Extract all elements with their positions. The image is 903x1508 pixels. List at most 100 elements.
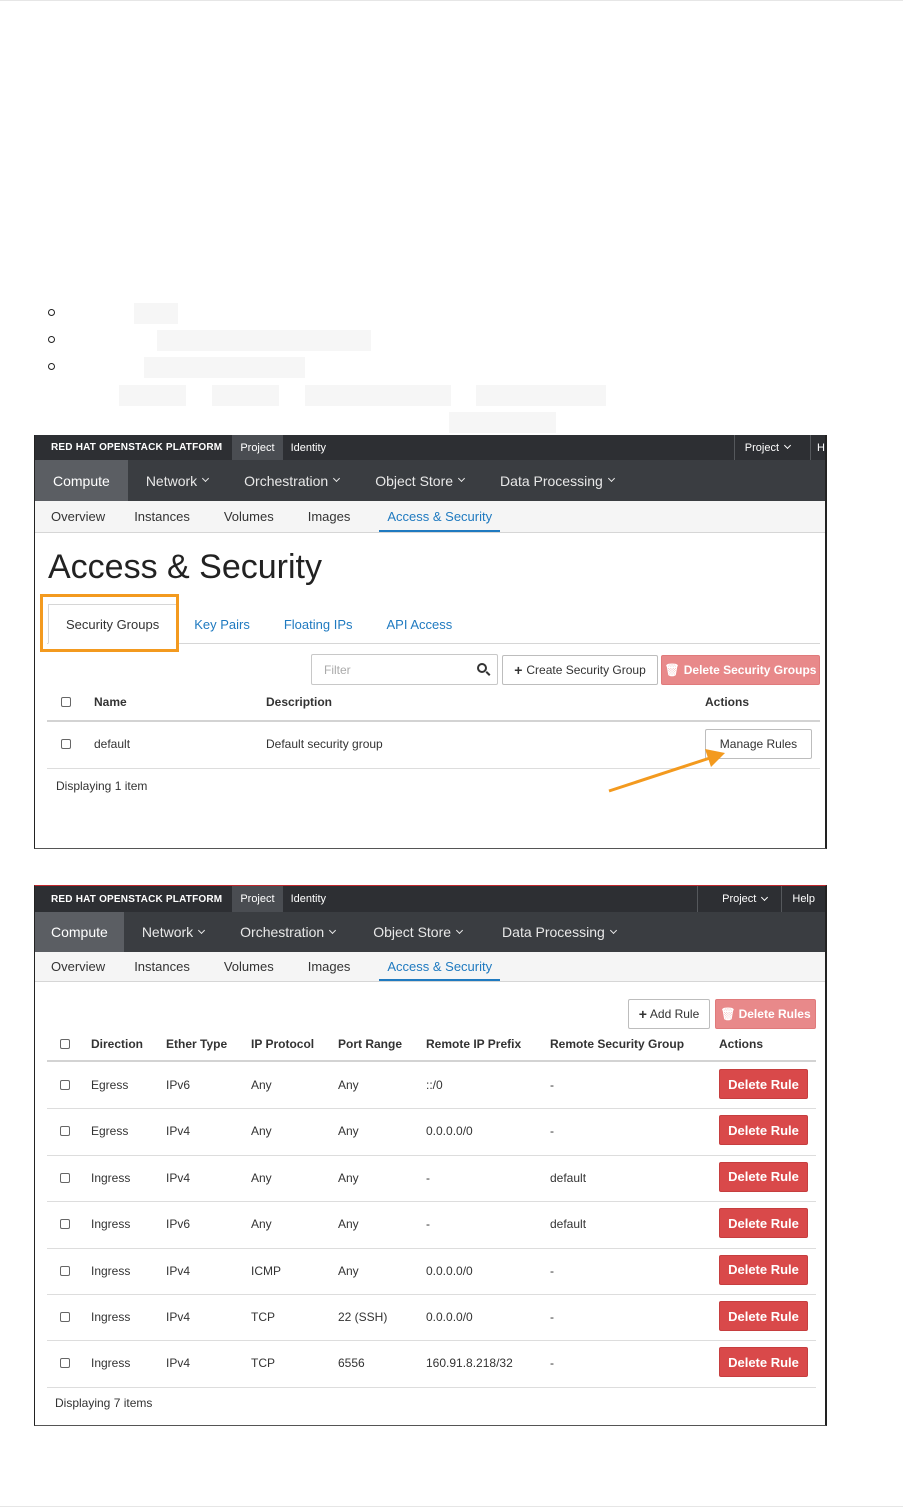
- delete-rule-button[interactable]: Delete Rule: [719, 1161, 808, 1192]
- subnav-access-security[interactable]: Access & Security: [367, 952, 512, 981]
- chevron-down-icon: [202, 474, 210, 483]
- nav-object-store-label: Object Store: [373, 924, 452, 940]
- tab-identity[interactable]: Identity: [283, 886, 334, 912]
- cell-ip-protocol: Any: [251, 1124, 272, 1139]
- cell-remote-ip-prefix: -: [426, 1170, 430, 1185]
- row-checkbox[interactable]: [61, 739, 71, 749]
- row-checkbox[interactable]: [60, 1172, 70, 1183]
- top-divider: [0, 0, 903, 1]
- nav-network[interactable]: Network: [128, 460, 226, 501]
- subnav-access-security[interactable]: Access & Security: [367, 501, 512, 532]
- nav-network-label: Network: [145, 472, 198, 489]
- faint-text-block: [144, 357, 305, 378]
- tab-floating-ips[interactable]: Floating IPs: [267, 604, 370, 644]
- nav-data-processing[interactable]: Data Processing: [482, 460, 632, 501]
- subnav-volumes[interactable]: Volumes: [207, 501, 291, 532]
- cell-ip-protocol: ICMP: [251, 1263, 281, 1278]
- delete-security-groups-button[interactable]: 🗑 Delete Security Groups: [661, 655, 820, 685]
- delete-rule-button[interactable]: Delete Rule: [719, 1069, 808, 1099]
- table-row-divider: [47, 1201, 816, 1203]
- column-ether-type: Ether Type: [166, 1037, 228, 1051]
- cell-remote-ip-prefix: 0.0.0.0/0: [426, 1310, 473, 1324]
- nav-network[interactable]: Network: [124, 912, 222, 952]
- faint-text-block: [157, 330, 371, 351]
- cell-ether-type: IPv4: [166, 1170, 191, 1185]
- trash-icon: 🗑: [720, 1007, 736, 1021]
- top-bar-right: Project Help: [697, 886, 825, 912]
- cell-remote-security-group: -: [550, 1356, 554, 1371]
- manage-rules-screenshot: RED HAT OPENSTACK PLATFORM Project Ident…: [34, 885, 827, 1426]
- project-dropdown[interactable]: Project: [697, 886, 781, 912]
- row-checkbox[interactable]: [60, 1265, 70, 1276]
- cell-ip-protocol: Any: [251, 1170, 272, 1185]
- select-all-checkbox[interactable]: [61, 697, 71, 707]
- create-security-group-button[interactable]: + Create Security Group: [502, 655, 658, 685]
- tab-project[interactable]: Project: [232, 435, 283, 460]
- subnav-overview[interactable]: Overview: [39, 952, 117, 981]
- column-remote-ip-prefix: Remote IP Prefix: [426, 1037, 522, 1051]
- nav-compute[interactable]: Compute: [35, 912, 124, 952]
- filter-input[interactable]: Filter: [311, 654, 498, 685]
- cell-direction: Egress: [91, 1078, 129, 1092]
- delete-rule-button[interactable]: Delete Rule: [719, 1347, 808, 1378]
- delete-rules-button[interactable]: 🗑 Delete Rules: [715, 999, 816, 1029]
- plus-icon: +: [638, 1006, 647, 1022]
- column-port-range: Port Range: [338, 1037, 403, 1051]
- cell-remote-security-group: -: [550, 1078, 554, 1092]
- cell-ether-type: IPv6: [166, 1217, 191, 1232]
- cell-ether-type: IPv4: [166, 1124, 191, 1139]
- row-checkbox[interactable]: [60, 1126, 70, 1137]
- cell-remote-ip-prefix: 0.0.0.0/0: [426, 1124, 473, 1139]
- nav-orchestration[interactable]: Orchestration: [222, 912, 353, 952]
- row-checkbox[interactable]: [60, 1219, 70, 1230]
- tab-project[interactable]: Project: [232, 886, 283, 912]
- filter-placeholder: Filter: [324, 662, 351, 677]
- nav-network-label: Network: [141, 924, 194, 940]
- nav-orchestration[interactable]: Orchestration: [226, 460, 357, 501]
- delete-rule-button[interactable]: Delete Rule: [719, 1254, 808, 1285]
- chevron-down-icon: [609, 926, 617, 934]
- cell-remote-security-group: -: [550, 1310, 554, 1324]
- table-header-divider: [47, 720, 820, 722]
- nav-data-processing-label: Data Processing: [500, 472, 603, 489]
- row-checkbox[interactable]: [60, 1358, 70, 1369]
- row-checkbox[interactable]: [60, 1312, 70, 1322]
- subnav-images[interactable]: Images: [291, 952, 368, 981]
- cell-ip-protocol: Any: [251, 1217, 272, 1232]
- tab-identity[interactable]: Identity: [283, 435, 334, 460]
- cell-direction: Ingress: [91, 1170, 131, 1185]
- brand-logo: RED HAT OPENSTACK PLATFORM: [51, 442, 223, 453]
- cell-port-range: Any: [338, 1217, 359, 1232]
- tab-api-access[interactable]: API Access: [370, 604, 470, 644]
- help-link[interactable]: Help: [781, 886, 825, 912]
- subnav-volumes[interactable]: Volumes: [207, 952, 291, 981]
- bullet-marker: [48, 309, 55, 316]
- delete-rules-label: Delete Rules: [738, 1007, 811, 1021]
- row-checkbox[interactable]: [60, 1080, 70, 1090]
- help-link[interactable]: H: [810, 435, 825, 460]
- faint-text-block: [476, 385, 606, 406]
- delete-rule-button[interactable]: Delete Rule: [719, 1208, 808, 1239]
- top-bar-right: Project H: [733, 435, 825, 460]
- project-dropdown[interactable]: Project: [733, 435, 810, 460]
- nav-compute[interactable]: Compute: [35, 460, 128, 501]
- create-security-group-label: Create Security Group: [526, 663, 646, 677]
- cell-direction: Ingress: [91, 1217, 131, 1232]
- nav-object-store[interactable]: Object Store: [357, 460, 482, 501]
- column-name: Name: [94, 695, 127, 709]
- nav-data-processing[interactable]: Data Processing: [482, 912, 636, 952]
- add-rule-button[interactable]: + Add Rule: [628, 999, 710, 1029]
- delete-rule-button[interactable]: Delete Rule: [719, 1301, 808, 1331]
- nav-object-store[interactable]: Object Store: [353, 912, 482, 952]
- tab-key-pairs[interactable]: Key Pairs: [177, 604, 267, 644]
- subnav-overview[interactable]: Overview: [39, 501, 117, 532]
- subnav-images[interactable]: Images: [291, 501, 368, 532]
- top-bar: RED HAT OPENSTACK PLATFORM Project Ident…: [35, 886, 825, 912]
- delete-rule-button[interactable]: Delete Rule: [719, 1115, 808, 1146]
- cell-direction: Egress: [91, 1124, 129, 1139]
- subnav-instances[interactable]: Instances: [117, 501, 207, 532]
- subnav-instances[interactable]: Instances: [117, 952, 207, 981]
- add-rule-label: Add Rule: [649, 1007, 700, 1021]
- select-all-checkbox[interactable]: [60, 1039, 70, 1049]
- cell-direction: Ingress: [91, 1310, 131, 1324]
